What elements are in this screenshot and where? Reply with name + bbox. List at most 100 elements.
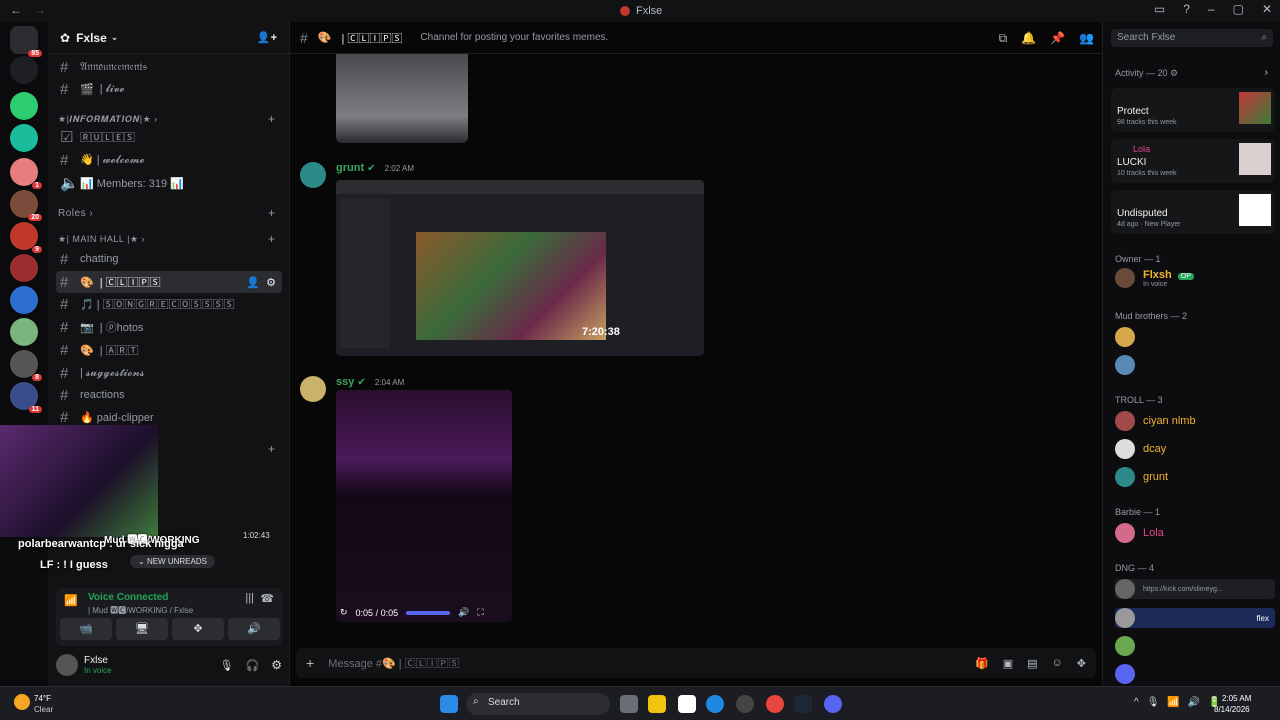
voice-status[interactable]: Voice Connected <box>88 592 168 603</box>
task-view-icon[interactable] <box>620 695 638 713</box>
activity-card[interactable]: Lola LUCKI 10 tracks this week <box>1111 139 1275 183</box>
hourglass-icon[interactable] <box>10 56 38 84</box>
steam-icon[interactable] <box>794 695 812 713</box>
member-list-icon[interactable]: 👥 <box>1079 31 1094 46</box>
weather-icon[interactable] <box>14 694 30 710</box>
avatar[interactable] <box>300 162 326 188</box>
discord-icon[interactable] <box>824 695 842 713</box>
member-row[interactable]: grunt <box>1115 467 1168 487</box>
file-explorer-icon[interactable] <box>648 695 666 713</box>
channel-rules[interactable]: ☑ 🅁🅄🄻🄴🅂 <box>56 126 282 148</box>
headphones-icon[interactable]: 🎧 <box>246 659 260 672</box>
channel-songrecs[interactable]: # 🎵 | 🅂🄾🄽🄶🅁🄴🄲🄾🅂🅂🅂🅂 <box>56 293 282 315</box>
message-author[interactable]: grunt <box>336 162 364 174</box>
gif-icon[interactable]: ▣ <box>1003 657 1013 670</box>
taskbar-search[interactable]: ⌕ Search <box>466 693 610 715</box>
member-row[interactable]: flex <box>1115 608 1275 628</box>
add-channel-icon[interactable]: + <box>268 232 275 246</box>
chevron-right-icon[interactable]: › <box>1265 67 1268 78</box>
channel-art[interactable]: # 🎨 | 🄰🅁🅃 <box>56 339 282 361</box>
category-information[interactable]: ★|𝑰𝑵𝑭𝑶𝑹𝑴𝑨𝑻𝑰𝑶𝑵|★ › <box>58 114 158 125</box>
server-icon-green[interactable] <box>10 92 38 120</box>
server-icon-blue[interactable] <box>10 286 38 314</box>
microphone-icon[interactable]: 🎙 <box>220 659 234 672</box>
channel-suggestions[interactable]: # | 𝓼𝓾𝓰𝓰𝓮𝓼𝓽𝓲𝓸𝓷𝓼 <box>56 362 282 384</box>
soundboard-icon[interactable]: ||| <box>245 592 254 604</box>
channel-welcome[interactable]: # 👋 | 𝔀𝓮𝓵𝓬𝓸𝓶𝓮 <box>56 149 282 171</box>
apps-icon[interactable]: ✥ <box>1077 657 1086 670</box>
activities-button[interactable]: ✥ <box>172 618 224 640</box>
new-unreads-pill[interactable]: ⌄ NEW UNREADS <box>130 555 215 568</box>
member-owner[interactable]: Flxsh OP In voice <box>1115 268 1194 288</box>
invite-icon[interactable]: 👤 <box>246 276 260 289</box>
video-off-button[interactable]: 📹 <box>60 618 112 640</box>
activity-header[interactable]: Activity — 20 ⚙ <box>1115 68 1178 79</box>
server-icon-pink[interactable]: 1 <box>10 158 42 189</box>
avatar[interactable] <box>300 376 326 402</box>
pin-icon[interactable]: 📌 <box>1050 31 1065 46</box>
activity-card[interactable]: Undisputed 4d ago · New Player <box>1111 190 1275 234</box>
minimize-icon[interactable]: – <box>1208 2 1215 16</box>
voice-channel-name[interactable]: | Mud 🆆🅲/WORKING / Fxlse <box>88 605 193 616</box>
channel-chatting[interactable]: # chatting <box>56 248 282 270</box>
channel-members-count[interactable]: 🔈 📊 Members: 319 📊 <box>56 172 282 194</box>
windows-start-icon[interactable] <box>440 695 458 713</box>
member-row[interactable] <box>1115 636 1135 656</box>
chrome-icon[interactable] <box>766 695 784 713</box>
replay-icon[interactable]: ↻ <box>340 607 348 618</box>
gift-icon[interactable]: 🎁 <box>975 657 989 670</box>
avatar[interactable] <box>56 654 78 676</box>
video-embed[interactable]: 7:20:38 <box>336 180 704 356</box>
edge-icon[interactable] <box>706 695 724 713</box>
sticker-icon[interactable]: ▤ <box>1027 657 1037 670</box>
server-icon-8[interactable]: 8 <box>10 350 42 381</box>
member-row[interactable]: https://kick.com/slimeyg... <box>1115 579 1275 599</box>
store-icon[interactable] <box>678 695 696 713</box>
add-channel-icon[interactable]: + <box>268 206 275 220</box>
back-arrow-icon[interactable]: ← <box>10 3 22 17</box>
server-header[interactable]: ✿ Fxlse ⌄ 👤+ <box>48 22 289 54</box>
app-icon[interactable] <box>736 695 754 713</box>
category-roles[interactable]: Roles › <box>58 208 93 219</box>
server-icon-red[interactable] <box>10 254 38 282</box>
channel-reactions[interactable]: # reactions <box>56 384 282 406</box>
activity-card[interactable]: Protect 98 tracks this week <box>1111 88 1275 132</box>
emoji-icon[interactable]: ☺ <box>1052 657 1063 670</box>
inbox-icon[interactable]: ▭ <box>1154 2 1165 16</box>
gear-icon[interactable]: ⚙ <box>266 276 276 289</box>
volume-icon[interactable]: 🔊 <box>458 607 469 618</box>
bell-icon[interactable]: 🔔 <box>1021 31 1036 46</box>
soundboard-button[interactable]: 🔊 <box>228 618 280 640</box>
member-row[interactable]: Lola <box>1115 523 1164 543</box>
clock-date[interactable]: 8/14/2026 <box>1214 705 1250 714</box>
search-input[interactable]: Search Fxlse ⌕ <box>1111 29 1273 47</box>
channel-clips[interactable]: # 🎨 | 🄲🄻🄸🄿🅂 👤 ⚙ <box>56 271 282 293</box>
home-server-icon[interactable]: 85 <box>10 26 42 57</box>
member-row[interactable] <box>1115 664 1135 684</box>
video-player[interactable]: ↻ 0:05 / 0:05 🔊 ⛶ <box>336 390 512 622</box>
add-channel-icon[interactable]: + <box>268 112 275 126</box>
channel-announcements[interactable]: # 𝔄𝔫𝔫𝔬𝔲𝔫𝔠𝔢𝔪𝔢𝔫𝔱𝔰 <box>56 56 282 78</box>
disconnect-icon[interactable]: ☎ <box>260 592 274 605</box>
add-friend-icon[interactable]: 👤+ <box>257 31 277 44</box>
gear-icon[interactable]: ⚙ <box>271 658 282 672</box>
server-icon-9[interactable]: 9 <box>10 222 42 253</box>
channel-photos[interactable]: # 📷 | ⓟhotos <box>56 316 282 338</box>
threads-icon[interactable]: ⧉ <box>999 31 1008 46</box>
add-channel-icon[interactable]: + <box>268 442 275 456</box>
add-attachment-icon[interactable]: + <box>306 655 314 671</box>
stream-preview[interactable]: Mud 🆆🅲/WORKING <box>0 425 200 546</box>
member-row[interactable]: ciyan nlmb <box>1115 411 1196 431</box>
image-attachment[interactable] <box>336 54 468 143</box>
progress-bar[interactable] <box>406 610 451 615</box>
message-author[interactable]: ssy <box>336 376 354 388</box>
server-icon-11[interactable]: 11 <box>10 382 42 413</box>
clock-time[interactable]: 2:05 AM <box>1222 694 1251 703</box>
member-row[interactable] <box>1115 355 1135 375</box>
help-icon[interactable]: ? <box>1183 2 1190 16</box>
server-icon-landscape[interactable] <box>10 318 38 346</box>
forward-arrow-icon[interactable]: → <box>34 3 46 17</box>
server-icon-20[interactable]: 20 <box>10 190 42 221</box>
member-row[interactable]: dcay <box>1115 439 1166 459</box>
screenshare-button[interactable]: 🖥 <box>116 618 168 640</box>
